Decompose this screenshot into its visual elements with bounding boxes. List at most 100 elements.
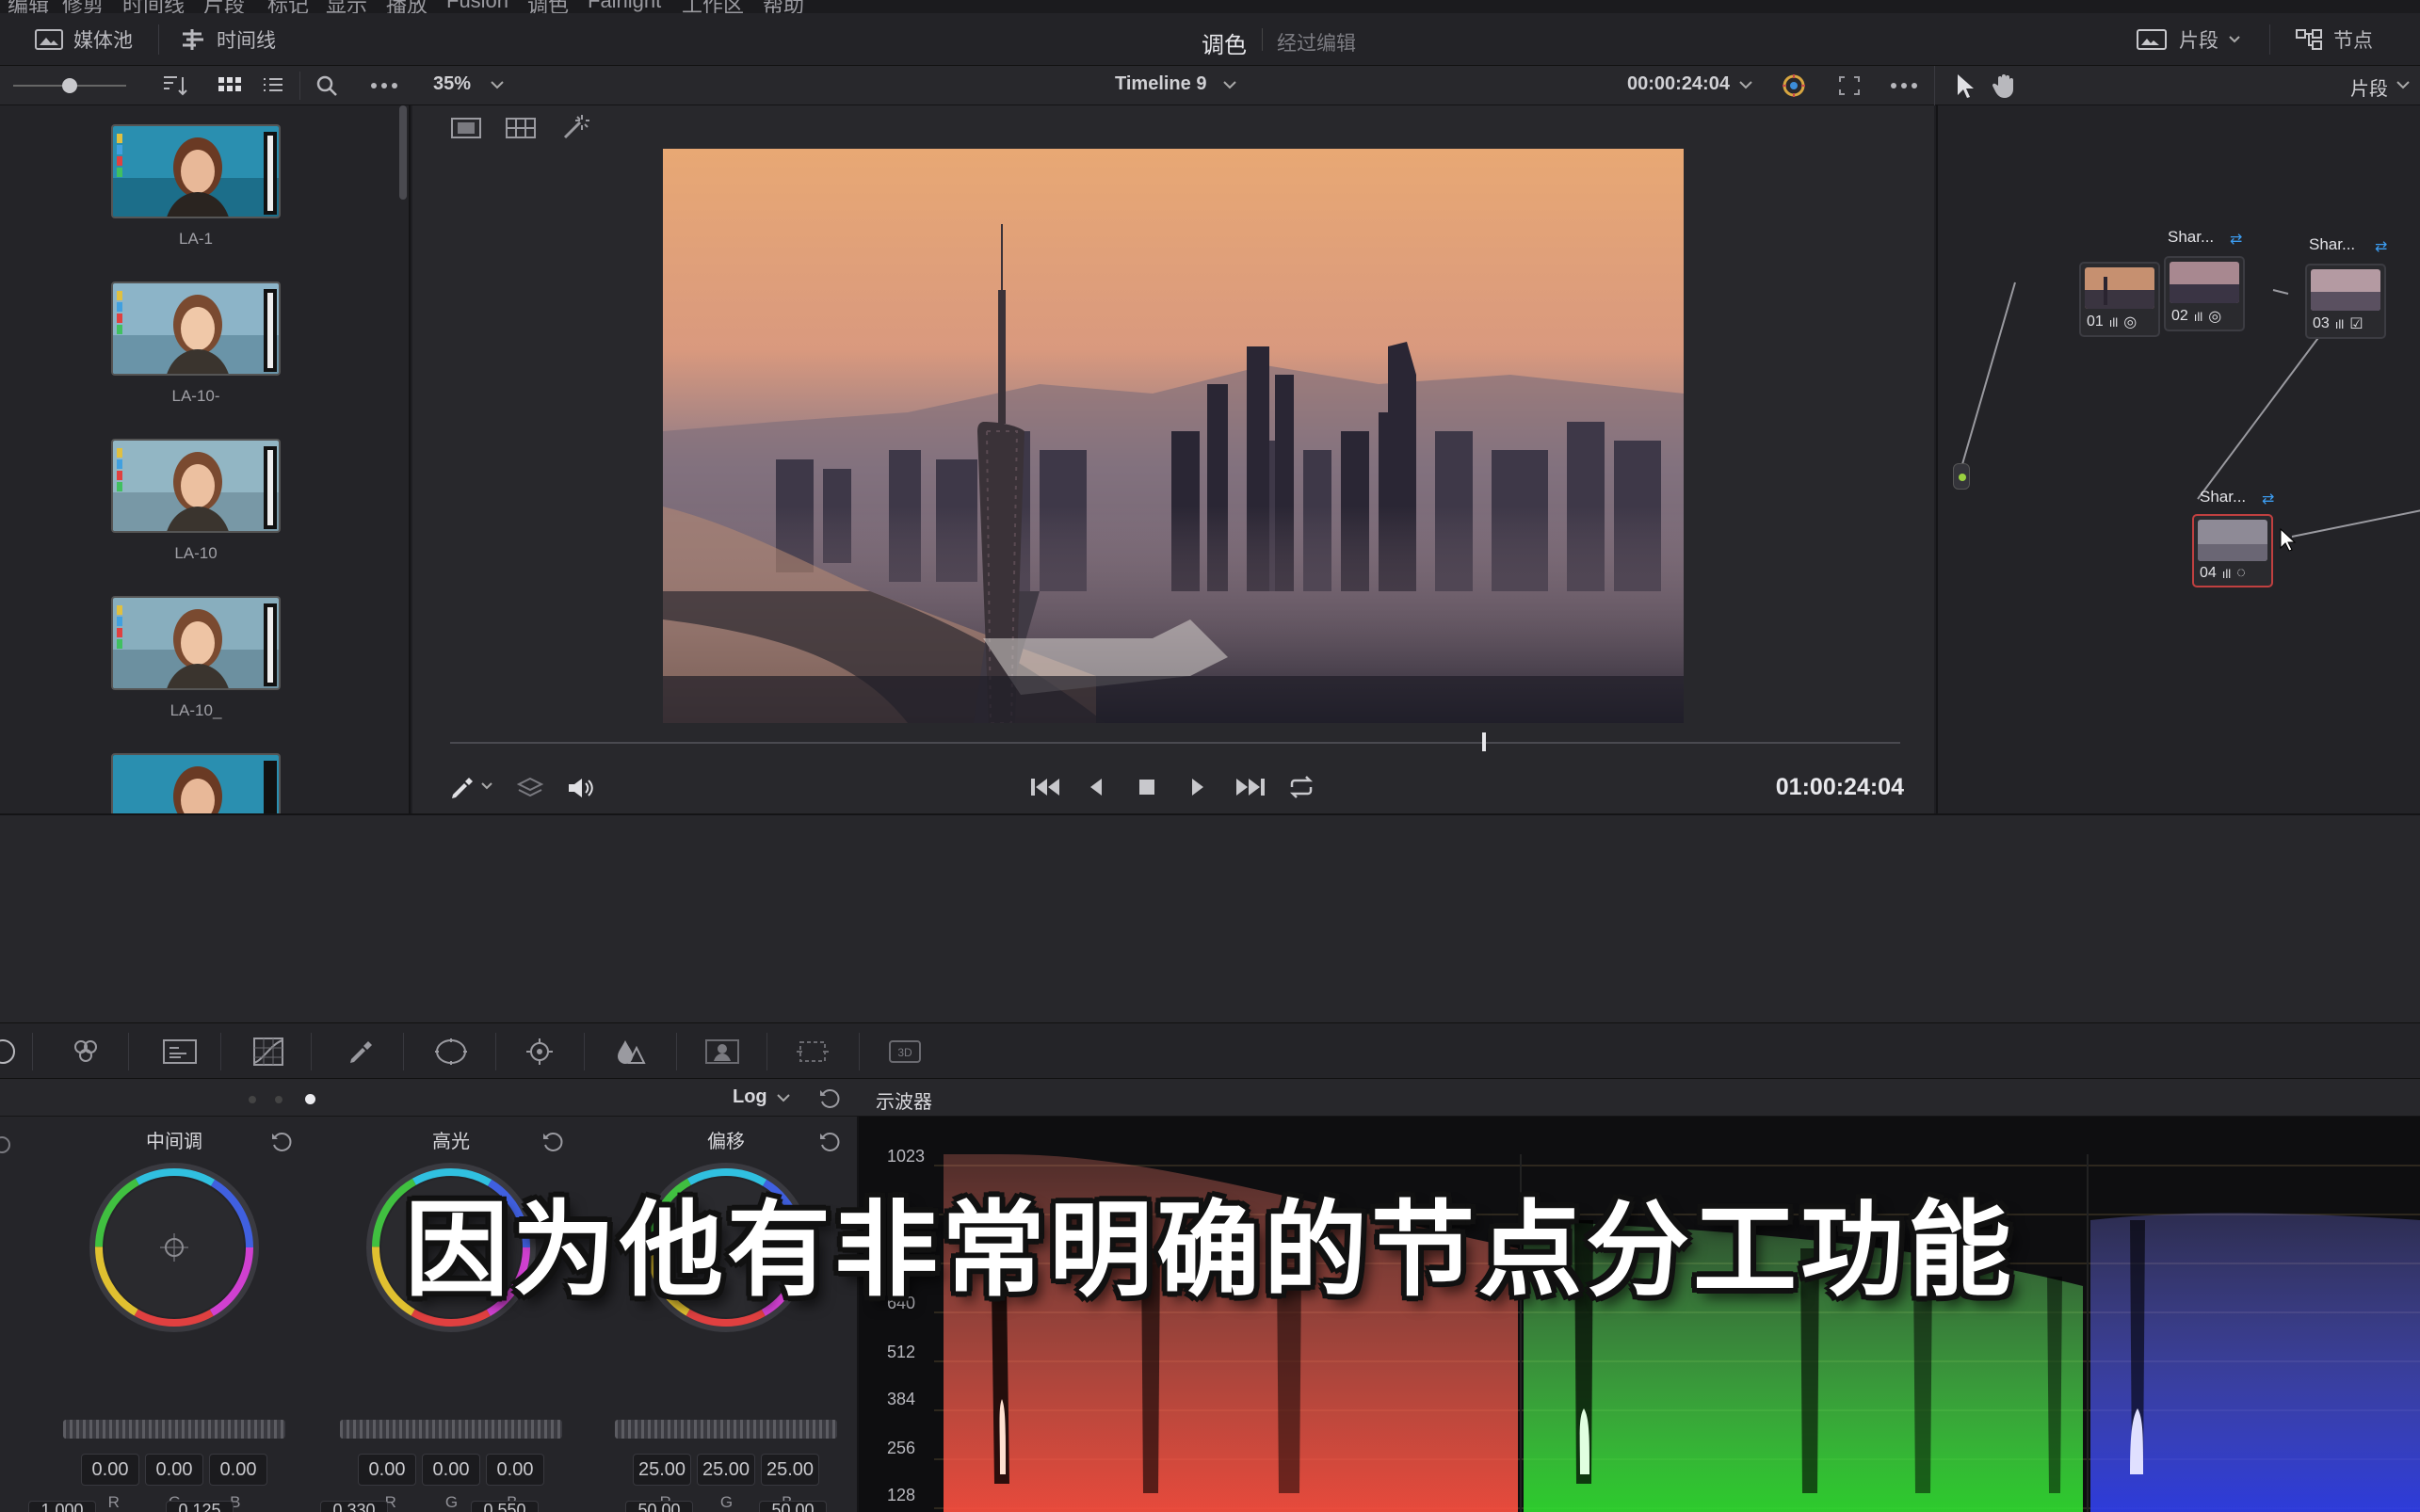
menu-item[interactable]: 编辑 bbox=[8, 0, 49, 13]
slider-handle[interactable] bbox=[62, 78, 77, 93]
wheel-mode-select[interactable]: Log bbox=[733, 1086, 767, 1108]
adjustment-value[interactable]: 0.550 bbox=[471, 1501, 539, 1512]
value-r[interactable]: 0.00 bbox=[358, 1454, 416, 1486]
fullscreen-icon[interactable] bbox=[1836, 73, 1863, 98]
page-dot[interactable] bbox=[249, 1096, 256, 1103]
playhead[interactable] bbox=[1482, 732, 1487, 751]
menu-item[interactable]: 修剪 bbox=[62, 0, 104, 13]
clips-button[interactable]: 片段 bbox=[2134, 23, 2241, 56]
more-options-icon[interactable] bbox=[1889, 73, 1919, 98]
value-g[interactable]: 0.00 bbox=[422, 1454, 480, 1486]
menu-item[interactable]: 标记 bbox=[267, 0, 309, 13]
reset-icon[interactable] bbox=[817, 1130, 842, 1154]
page-dot-active[interactable] bbox=[305, 1094, 315, 1104]
adjustment-value[interactable]: 1.000 bbox=[28, 1501, 96, 1512]
stop-icon[interactable] bbox=[1134, 774, 1160, 800]
adjustment-value[interactable]: 50.00 bbox=[759, 1501, 827, 1512]
loop-icon[interactable] bbox=[1286, 774, 1316, 800]
zoom-select[interactable]: 35% bbox=[433, 73, 471, 95]
chevron-down-icon[interactable] bbox=[1222, 79, 1237, 90]
node-02[interactable]: 02 ıll ◎ bbox=[2164, 256, 2245, 331]
node-03[interactable]: 03 ıll ☑ bbox=[2305, 264, 2386, 339]
node-04[interactable]: 04 ıll ◌ bbox=[2192, 514, 2273, 587]
value-g[interactable]: 0.00 bbox=[145, 1454, 203, 1486]
adjustment-value[interactable]: 0.125 bbox=[166, 1501, 234, 1512]
gallery-view-icon[interactable] bbox=[505, 117, 537, 139]
more-options-icon[interactable] bbox=[369, 73, 399, 98]
qualifier-icon[interactable] bbox=[345, 1037, 377, 1067]
skip-to-start-icon[interactable] bbox=[1028, 774, 1062, 800]
reset-icon[interactable] bbox=[817, 1086, 842, 1111]
hand-icon[interactable] bbox=[1991, 72, 2019, 100]
value-b[interactable]: 25.00 bbox=[761, 1454, 819, 1486]
tracker-icon[interactable] bbox=[524, 1037, 556, 1067]
thumbnail-size-slider[interactable] bbox=[13, 78, 126, 93]
menu-item[interactable]: 片段 bbox=[203, 0, 245, 13]
value-b[interactable]: 0.00 bbox=[209, 1454, 267, 1486]
list-view-icon[interactable] bbox=[260, 73, 286, 98]
value-b[interactable]: 0.00 bbox=[486, 1454, 544, 1486]
menu-item[interactable]: 时间线 bbox=[122, 0, 185, 13]
menu-item[interactable]: 显示 bbox=[326, 0, 367, 13]
search-icon[interactable] bbox=[315, 73, 341, 98]
clip-thumbnail[interactable]: LA-10 bbox=[111, 439, 281, 563]
window-icon[interactable] bbox=[433, 1037, 467, 1067]
pointer-icon[interactable] bbox=[1953, 72, 1976, 100]
adjustment-value[interactable]: 0.330 bbox=[320, 1501, 388, 1512]
eyedropper-icon[interactable] bbox=[448, 774, 476, 802]
menu-item[interactable]: 播放 bbox=[386, 0, 428, 13]
node-editor[interactable]: 01 ıll ◎ 02 ıll ◎ Shar... ⇄ 03 ıll ☑ Shar... ⇄… bbox=[1936, 105, 2420, 813]
color-wheels-tool-icon[interactable] bbox=[0, 1037, 19, 1067]
play-reverse-icon[interactable] bbox=[1083, 774, 1109, 800]
video-frame[interactable] bbox=[663, 149, 1684, 723]
sort-icon[interactable] bbox=[158, 73, 190, 98]
clip-thumbnail[interactable]: LA-10_ bbox=[111, 596, 281, 720]
value-r[interactable]: 25.00 bbox=[633, 1454, 691, 1486]
nodes-button[interactable]: 节点 bbox=[2294, 23, 2373, 56]
chevron-down-icon[interactable] bbox=[490, 79, 505, 90]
menu-item[interactable]: 调色 bbox=[527, 0, 569, 13]
blur-icon[interactable] bbox=[614, 1037, 646, 1067]
media-pool-button[interactable]: 媒体池 bbox=[34, 23, 133, 56]
motion-effects-icon[interactable] bbox=[162, 1037, 197, 1067]
chevron-down-icon[interactable] bbox=[2396, 79, 2411, 90]
play-icon[interactable] bbox=[1185, 774, 1211, 800]
chevron-down-icon[interactable] bbox=[1738, 79, 1753, 90]
menu-item[interactable]: 工作区 bbox=[682, 0, 744, 13]
skip-to-end-icon[interactable] bbox=[1234, 774, 1267, 800]
clip-thumbnail[interactable]: LA-1 bbox=[111, 124, 281, 249]
menu-item[interactable]: Fairlight bbox=[588, 0, 661, 13]
single-view-icon[interactable] bbox=[450, 117, 482, 139]
key-icon[interactable] bbox=[704, 1037, 739, 1067]
node-mode-select[interactable]: 片段 bbox=[2350, 73, 2388, 101]
source-input[interactable] bbox=[1953, 463, 1970, 490]
scrollbar[interactable] bbox=[399, 105, 407, 200]
rgb-mixer-icon[interactable] bbox=[70, 1037, 102, 1067]
chevron-down-icon[interactable] bbox=[776, 1092, 791, 1103]
chevron-down-icon[interactable] bbox=[480, 781, 493, 791]
scrub-bar[interactable] bbox=[450, 732, 1900, 751]
reset-icon[interactable] bbox=[269, 1130, 294, 1154]
clip-thumbnail[interactable]: LA-10- bbox=[111, 281, 281, 406]
reset-icon[interactable] bbox=[540, 1130, 565, 1154]
node-01[interactable]: 01 ıll ◎ bbox=[2079, 262, 2160, 337]
color-wheel-icon[interactable] bbox=[1780, 72, 1808, 100]
grid-view-icon[interactable] bbox=[217, 73, 243, 98]
page-dot[interactable] bbox=[275, 1096, 282, 1103]
master-wheel-slider[interactable] bbox=[615, 1420, 837, 1439]
sizing-icon[interactable] bbox=[795, 1037, 829, 1067]
value-r[interactable]: 0.00 bbox=[81, 1454, 139, 1486]
reset-icon[interactable] bbox=[0, 1134, 13, 1156]
master-wheel-slider[interactable] bbox=[340, 1420, 562, 1439]
menu-item[interactable]: 帮助 bbox=[763, 0, 804, 13]
clip-thumbnail[interactable] bbox=[111, 753, 281, 813]
curves-icon[interactable] bbox=[252, 1037, 284, 1067]
timeline-name[interactable]: Timeline 9 bbox=[1115, 73, 1206, 95]
menu-item[interactable]: Fusion bbox=[446, 0, 508, 13]
source-timecode[interactable]: 00:00:24:04 bbox=[1627, 73, 1730, 95]
layers-icon[interactable] bbox=[516, 774, 544, 802]
adjustment-value[interactable]: 50.00 bbox=[625, 1501, 693, 1512]
master-wheel-slider[interactable] bbox=[63, 1420, 285, 1439]
volume-icon[interactable] bbox=[565, 774, 595, 802]
3d-icon[interactable]: 3D bbox=[887, 1037, 921, 1067]
